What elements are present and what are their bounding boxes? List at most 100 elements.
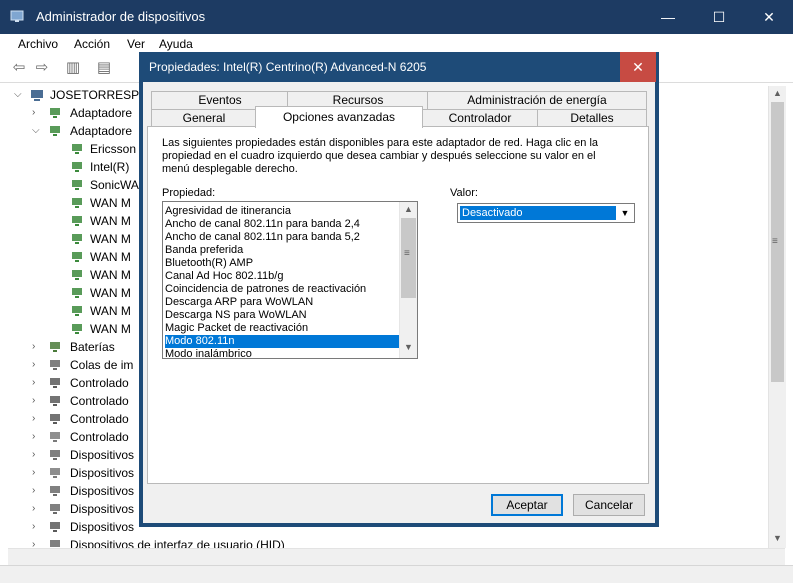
keyboard-icon — [50, 504, 60, 514]
window-title: Administrador de dispositivos — [36, 9, 206, 24]
chevron-right-icon[interactable]: › — [32, 500, 42, 518]
tree-item-label: Baterías — [70, 340, 115, 354]
console-tree-icon[interactable]: ▥ — [64, 59, 82, 77]
device-manager-icon — [10, 10, 24, 22]
tab-general[interactable]: General — [151, 109, 257, 127]
network-adapter-icon — [72, 216, 82, 226]
properties-icon[interactable]: ▤ — [95, 59, 113, 77]
property-list-item[interactable]: Ancho de canal 802.11n para banda 5,2 — [165, 231, 399, 244]
property-list-item[interactable]: Modo inalámbrico — [165, 348, 399, 358]
property-list-item[interactable]: Ancho de canal 802.11n para banda 2,4 — [165, 218, 399, 231]
network-adapter-icon — [50, 126, 60, 136]
property-list-scrollbar[interactable]: ▲ ≡ ▼ — [399, 202, 417, 358]
tree-item-label: WAN M — [90, 286, 131, 300]
tree-item-label: Intel(R) — [90, 160, 130, 174]
tree-item-label: WAN M — [90, 196, 131, 210]
network-adapter-icon — [72, 252, 82, 262]
properties-dialog: Propiedades: Intel(R) Centrino(R) Advanc… — [139, 52, 659, 527]
network-adapter-icon — [72, 144, 82, 154]
menu-bar: Archivo Acción Ver Ayuda — [0, 34, 793, 54]
menu-ver[interactable]: Ver — [127, 37, 145, 51]
property-listbox[interactable]: ▲ ≡ ▼ Agresividad de itinerancia Ancho de… — [162, 201, 418, 359]
tree-item-label: Adaptadore — [70, 106, 133, 120]
chevron-right-icon[interactable]: › — [32, 374, 42, 392]
tab-administracion-energia[interactable]: Administración de energía — [427, 91, 647, 109]
vertical-scrollbar[interactable]: ▲ ≡ ▼ — [768, 86, 786, 548]
tree-item-label: WAN M — [90, 304, 131, 318]
scroll-down-icon[interactable]: ▼ — [404, 342, 413, 352]
back-arrow-icon[interactable]: ⇦ — [10, 59, 28, 77]
printer-icon — [50, 360, 60, 370]
dialog-close-button[interactable]: ✕ — [620, 52, 656, 82]
chevron-right-icon[interactable]: › — [32, 446, 42, 464]
tree-item-label: WAN M — [90, 268, 131, 282]
computer-icon — [31, 90, 43, 101]
network-adapter-icon — [72, 306, 82, 316]
maximize-button[interactable]: ☐ — [704, 6, 734, 28]
tree-item-label: Controlado — [70, 412, 129, 426]
dialog-title: Propiedades: Intel(R) Centrino(R) Advanc… — [149, 60, 427, 74]
property-list-item[interactable]: Descarga ARP para WoWLAN — [165, 296, 399, 309]
tab-detalles[interactable]: Detalles — [537, 109, 647, 127]
tab-opciones-avanzadas[interactable]: Opciones avanzadas — [255, 106, 423, 128]
chevron-right-icon[interactable]: › — [32, 464, 42, 482]
chevron-down-icon[interactable]: ⌵ — [14, 86, 24, 104]
usb-icon — [50, 522, 60, 532]
tree-item-label: Ericsson — [90, 142, 137, 156]
network-adapter-icon — [72, 162, 82, 172]
controller-icon — [50, 378, 60, 388]
controller-icon — [50, 396, 60, 406]
tree-item-label: WAN M — [90, 322, 131, 336]
property-list-item[interactable]: Coincidencia de patrones de reactivación — [165, 283, 399, 296]
chevron-right-icon[interactable]: › — [32, 356, 42, 374]
chevron-right-icon[interactable]: › — [32, 428, 42, 446]
horizontal-scrollbar[interactable] — [8, 548, 785, 566]
device-icon — [50, 486, 60, 496]
chevron-right-icon[interactable]: › — [32, 518, 42, 536]
chevron-right-icon[interactable]: › — [32, 338, 42, 356]
device-icon — [50, 450, 60, 460]
property-list-item[interactable]: Banda preferida — [165, 244, 399, 257]
chevron-right-icon[interactable]: › — [32, 392, 42, 410]
tree-item-label: Dispositivos — [70, 484, 135, 498]
title-bar: Administrador de dispositivos — ☐ ✕ — [0, 0, 793, 34]
network-adapter-icon — [72, 234, 82, 244]
property-list-item[interactable]: Bluetooth(R) AMP — [165, 257, 399, 270]
tree-item-label: WAN M — [90, 232, 131, 246]
scroll-up-icon[interactable]: ▲ — [773, 88, 782, 98]
tree-item-label: Controlado — [70, 394, 129, 408]
hid-icon — [50, 540, 60, 547]
forward-arrow-icon[interactable]: ⇨ — [33, 59, 51, 77]
cancel-button[interactable]: Cancelar — [573, 494, 645, 516]
value-dropdown[interactable]: Desactivado ▼ — [457, 203, 635, 223]
dialog-body: Eventos Recursos Administración de energ… — [143, 82, 655, 523]
chevron-down-icon[interactable]: ⌵ — [32, 122, 42, 140]
close-button[interactable]: ✕ — [754, 6, 784, 28]
chevron-right-icon[interactable]: › — [32, 410, 42, 428]
property-list-item[interactable]: Descarga NS para WoWLAN — [165, 309, 399, 322]
chevron-right-icon[interactable]: › — [32, 104, 42, 122]
scroll-down-icon[interactable]: ▼ — [773, 533, 782, 543]
menu-accion[interactable]: Acción — [74, 37, 110, 51]
tree-item-label: Adaptadore — [70, 124, 133, 138]
advanced-options-panel: Las siguientes propiedades están disponi… — [147, 126, 649, 484]
fingerprint-icon — [50, 468, 60, 478]
scroll-up-icon[interactable]: ▲ — [404, 204, 413, 214]
menu-ayuda[interactable]: Ayuda — [159, 37, 193, 51]
chevron-right-icon[interactable]: › — [32, 536, 42, 548]
accept-button[interactable]: Aceptar — [491, 494, 563, 516]
property-list-item[interactable]: Agresividad de itinerancia — [165, 205, 399, 218]
tree-item-label: Dispositivos — [70, 502, 135, 516]
property-list-item[interactable]: Canal Ad Hoc 802.11b/g — [165, 270, 399, 283]
chevron-right-icon[interactable]: › — [32, 482, 42, 500]
property-list-item[interactable]: Magic Packet de reactivación — [165, 322, 399, 335]
network-adapter-download-icon — [72, 180, 82, 190]
minimize-button[interactable]: — — [653, 6, 683, 28]
property-list-item[interactable]: Modo 802.11n — [165, 335, 399, 348]
tab-controlador[interactable]: Controlador — [421, 109, 539, 127]
value-label: Valor: — [450, 187, 478, 199]
grip-icon: ≡ — [772, 236, 778, 247]
chevron-down-icon[interactable]: ▼ — [617, 205, 633, 221]
menu-archivo[interactable]: Archivo — [18, 37, 58, 51]
description-text: Las siguientes propiedades están disponi… — [162, 137, 599, 175]
